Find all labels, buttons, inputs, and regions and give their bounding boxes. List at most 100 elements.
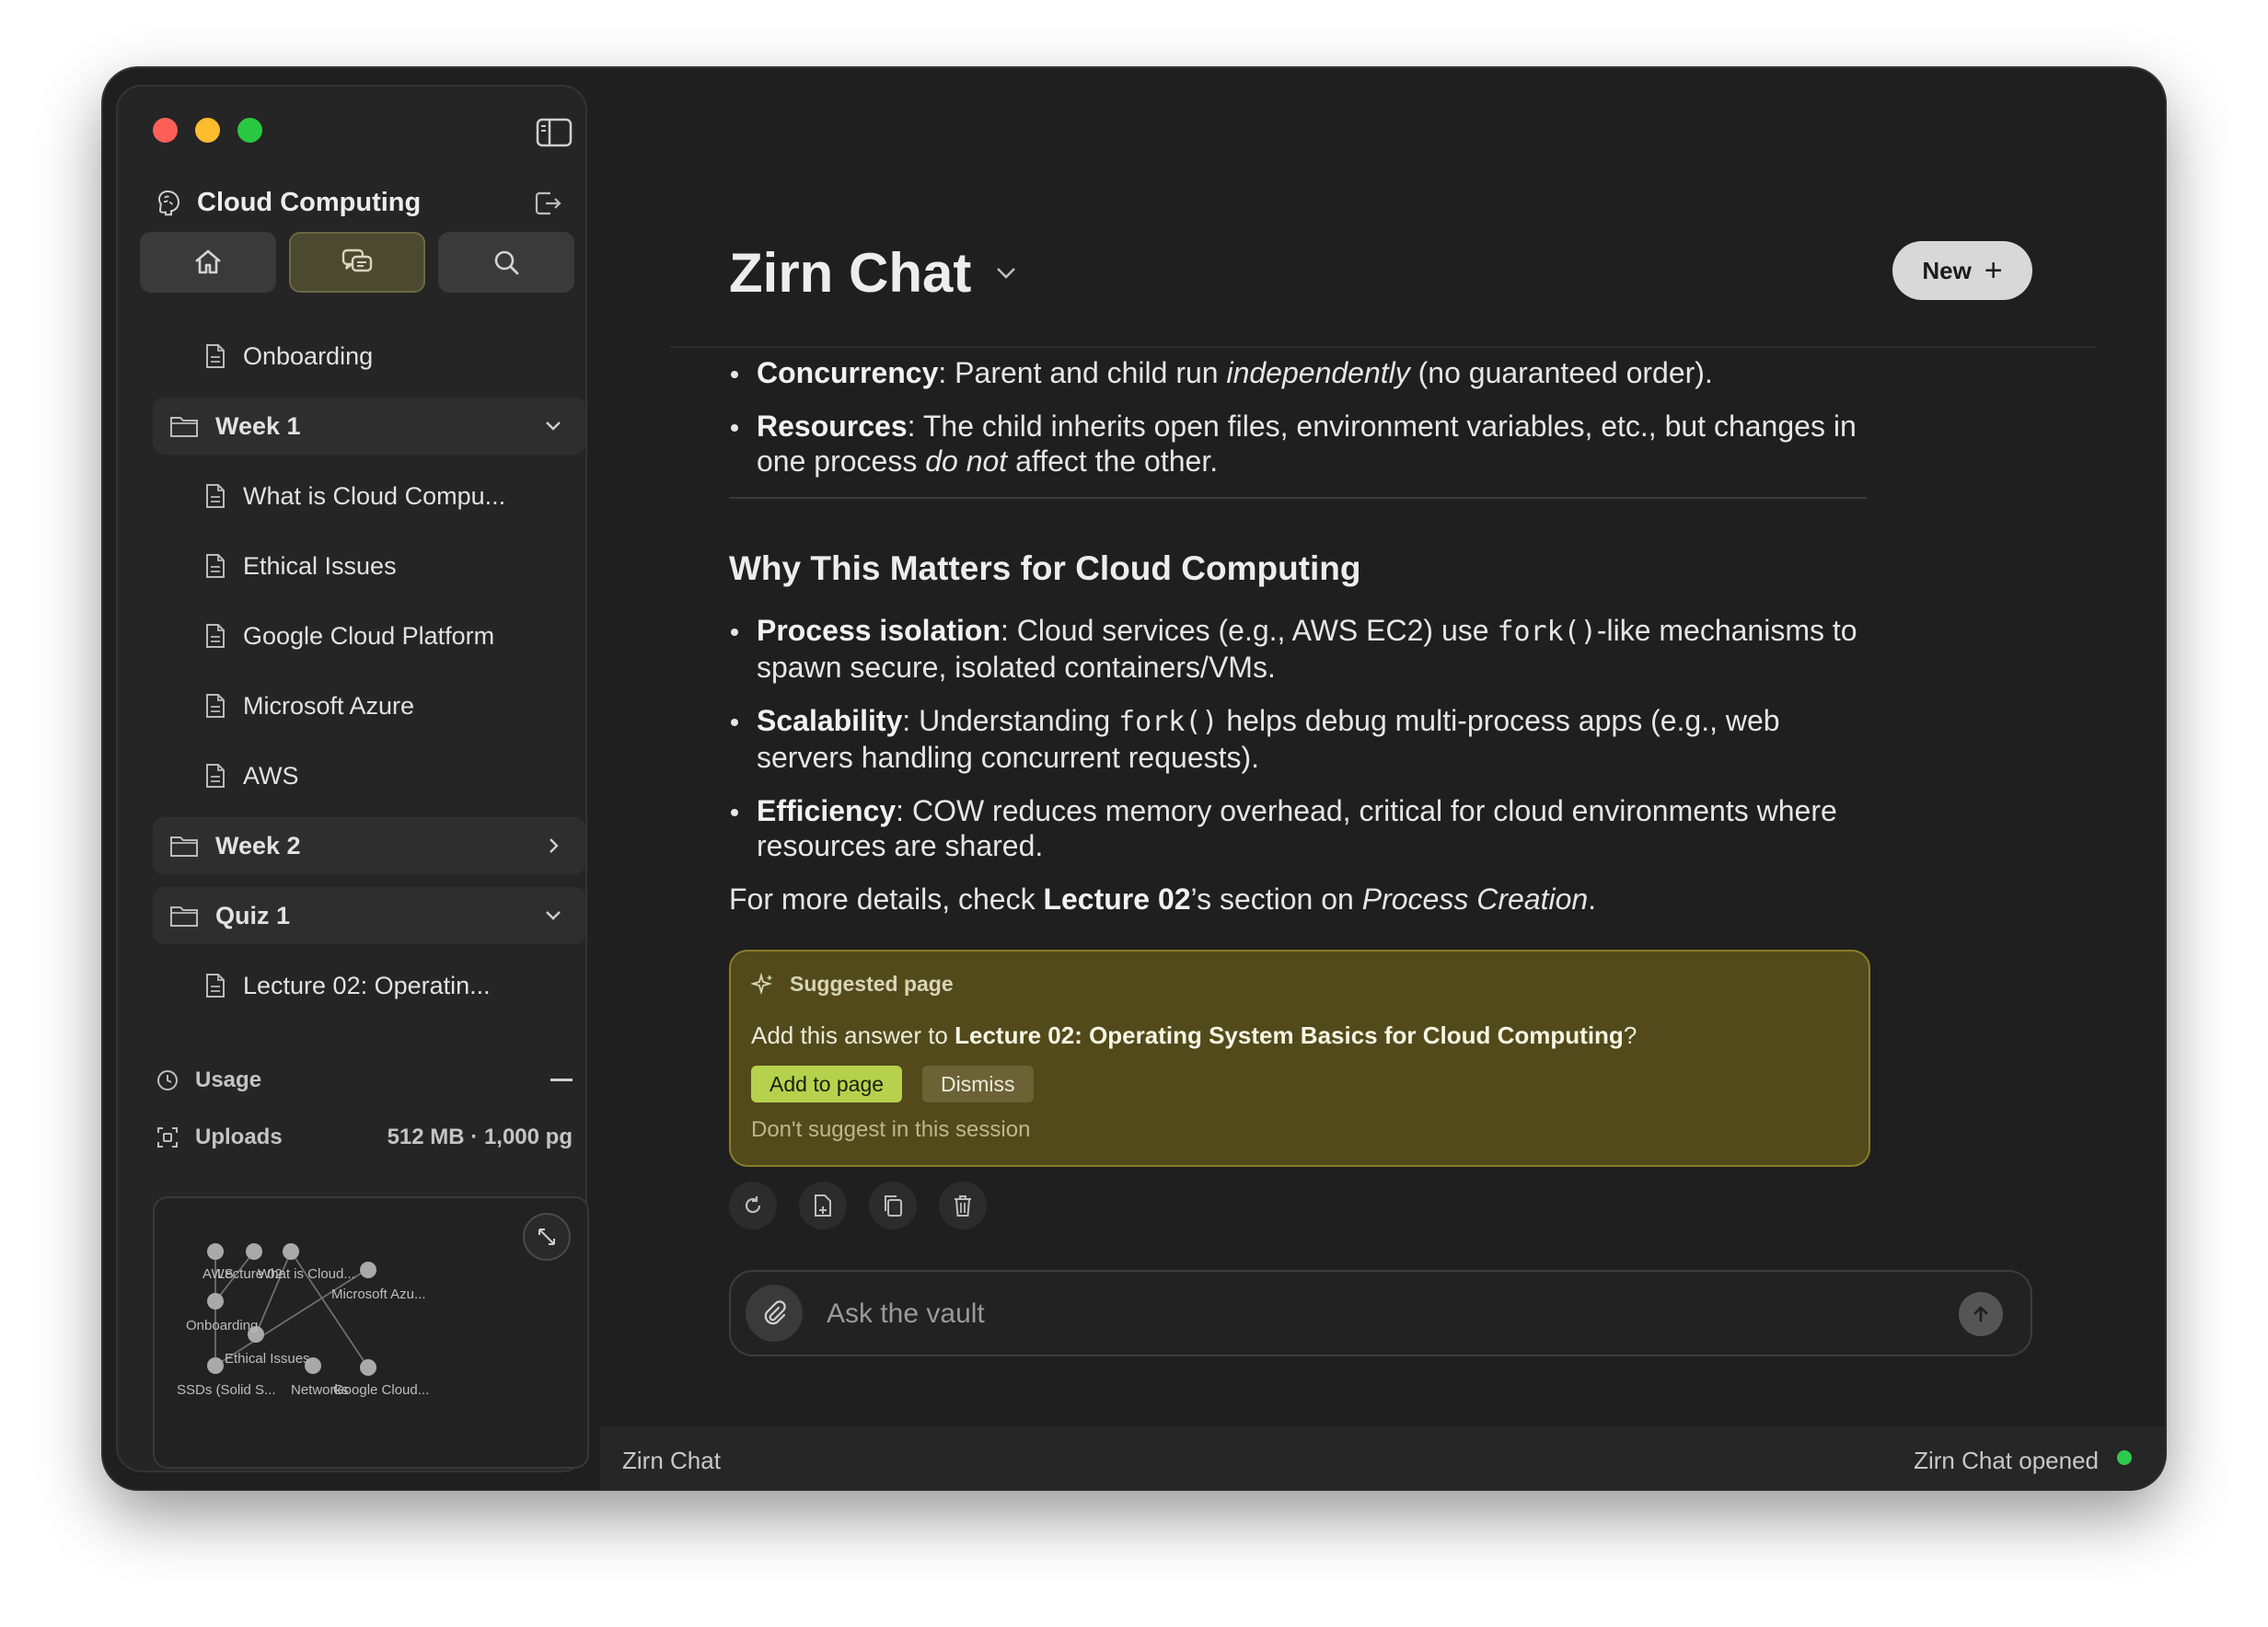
tree-item-microsoft-azure[interactable]: Microsoft Azure xyxy=(153,677,585,734)
inline-code: fork() xyxy=(1497,616,1597,648)
status-right-text: Zirn Chat opened xyxy=(1914,1447,2099,1474)
graph-label: Microsoft Azu... xyxy=(331,1287,426,1302)
collapse-icon[interactable] xyxy=(550,1079,573,1081)
text: Add this answer to xyxy=(751,1021,955,1049)
term: Process isolation xyxy=(757,614,1001,647)
emphasis: do not xyxy=(925,444,1008,478)
list-item: Concurrency: Parent and child run indepe… xyxy=(731,355,1870,390)
tree-item-label: Microsoft Azure xyxy=(243,691,415,720)
add-to-page-button[interactable]: Add to page xyxy=(751,1066,903,1102)
tree-item-google-cloud[interactable]: Google Cloud Platform xyxy=(153,607,585,664)
paperclip-icon xyxy=(764,1300,786,1325)
tree-folder-week-1[interactable]: Week 1 xyxy=(153,398,585,455)
dont-suggest-link[interactable]: Don't suggest in this session xyxy=(751,1117,1030,1143)
graph-label: Onboarding xyxy=(186,1318,259,1333)
home-nav-button[interactable] xyxy=(140,232,276,293)
graph-node[interactable] xyxy=(207,1293,224,1310)
bullet-list-top: Concurrency: Parent and child run indepe… xyxy=(729,355,1870,479)
uploads-row: Uploads 512 MB · 1,000 pg xyxy=(155,1119,573,1156)
delete-icon xyxy=(955,1195,971,1217)
suggestion-header: Suggested page xyxy=(751,972,954,997)
brain-icon xyxy=(157,190,180,216)
text: For more details, check xyxy=(729,883,1044,916)
tree-item-label: Google Cloud Platform xyxy=(243,621,495,650)
graph-node[interactable] xyxy=(246,1243,262,1260)
chat-nav-button[interactable] xyxy=(289,232,425,293)
tree-folder-week-2[interactable]: Week 2 xyxy=(153,817,585,874)
plus-icon: + xyxy=(1984,253,2003,288)
arrow-up-icon xyxy=(1973,1306,1988,1322)
export-icon[interactable] xyxy=(532,188,563,219)
zoom-window-button[interactable] xyxy=(237,118,262,143)
graph-node[interactable] xyxy=(207,1243,224,1260)
tree-item-aws[interactable]: AWS xyxy=(153,747,585,804)
list-item: Process isolation: Cloud services (e.g.,… xyxy=(731,613,1870,685)
text: ’s section on xyxy=(1190,883,1362,916)
tree-item-ethical-issues[interactable]: Ethical Issues xyxy=(153,537,585,594)
dismiss-button[interactable]: Dismiss xyxy=(922,1066,1034,1102)
usage-icon xyxy=(157,1070,178,1090)
app-window: Cloud Computing Onboarding Week 1 What i… xyxy=(103,68,2165,1489)
tree-item-label: Onboarding xyxy=(243,341,374,370)
chevron-down-icon[interactable] xyxy=(990,260,1022,287)
send-button[interactable] xyxy=(1959,1292,2003,1336)
search-nav-button[interactable] xyxy=(438,232,574,293)
save-to-page-button[interactable] xyxy=(799,1182,847,1229)
ask-input[interactable] xyxy=(825,1288,1915,1340)
close-window-button[interactable] xyxy=(153,118,178,143)
graph-label: What is Cloud... xyxy=(258,1266,355,1282)
bullet-list: Process isolation: Cloud services (e.g.,… xyxy=(729,613,1870,863)
sidebar-toggle-icon[interactable] xyxy=(536,118,573,147)
text: ? xyxy=(1623,1021,1637,1049)
term: Efficiency xyxy=(757,794,897,827)
tree-folder-quiz-1[interactable]: Quiz 1 xyxy=(153,887,585,944)
chat-message: Concurrency: Parent and child run indepe… xyxy=(729,355,1870,917)
copy-button[interactable] xyxy=(869,1182,917,1229)
chevron-down-icon[interactable] xyxy=(541,904,565,928)
suggestion-text: Add this answer to Lecture 02: Operating… xyxy=(751,1021,1637,1050)
usage-label: Usage xyxy=(195,1067,262,1092)
tree-item-lecture-02[interactable]: Lecture 02: Operatin... xyxy=(153,957,585,1014)
graph-view[interactable]: AWS Lecture 02 What is Cloud... Microsof… xyxy=(153,1196,589,1469)
usage-section[interactable]: Usage xyxy=(155,1062,573,1099)
attach-button[interactable] xyxy=(746,1285,803,1342)
chevron-down-icon[interactable] xyxy=(541,414,565,438)
text: : Parent and child run xyxy=(938,356,1227,389)
suggestion-card: Suggested page Add this answer to Lectur… xyxy=(729,950,1870,1167)
minimize-window-button[interactable] xyxy=(195,118,220,143)
term: Scalability xyxy=(757,704,903,737)
expand-graph-button[interactable] xyxy=(523,1213,571,1261)
chevron-right-icon[interactable] xyxy=(541,834,565,858)
text: : Understanding xyxy=(902,704,1119,737)
graph-node[interactable] xyxy=(283,1243,299,1260)
list-item: Resources: The child inherits open files… xyxy=(731,409,1870,479)
expand-icon xyxy=(538,1229,555,1245)
folder-icon xyxy=(170,417,198,437)
section-divider xyxy=(729,497,1867,499)
status-left-text: Zirn Chat xyxy=(622,1447,721,1474)
graph-node[interactable] xyxy=(360,1262,376,1278)
tree-item-what-is-cloud[interactable]: What is Cloud Compu... xyxy=(153,467,585,525)
upload-icon xyxy=(157,1127,178,1148)
graph-node[interactable] xyxy=(207,1357,224,1374)
document-icon xyxy=(206,624,225,648)
tree-folder-label: Quiz 1 xyxy=(215,901,291,929)
document-icon xyxy=(206,554,225,578)
tree-item-onboarding[interactable]: Onboarding xyxy=(153,328,585,385)
text: affect the other. xyxy=(1007,444,1219,478)
inline-code: fork() xyxy=(1118,706,1219,738)
page-title: Zirn Chat xyxy=(729,242,972,304)
copy-icon xyxy=(885,1195,902,1217)
regenerate-button[interactable] xyxy=(729,1182,777,1229)
tree-item-label: AWS xyxy=(243,761,299,790)
delete-button[interactable] xyxy=(939,1182,987,1229)
graph-node[interactable] xyxy=(360,1359,376,1376)
save-to-page-icon xyxy=(815,1194,831,1217)
header-divider xyxy=(670,346,2095,348)
graph-label: Google Cloud... xyxy=(333,1382,430,1398)
document-icon xyxy=(206,974,225,998)
new-chat-button[interactable]: New + xyxy=(1892,241,2032,300)
suggested-page-name: Lecture 02: Operating System Basics for … xyxy=(955,1021,1624,1049)
document-icon xyxy=(206,344,225,368)
sparkle-icon xyxy=(751,972,773,995)
